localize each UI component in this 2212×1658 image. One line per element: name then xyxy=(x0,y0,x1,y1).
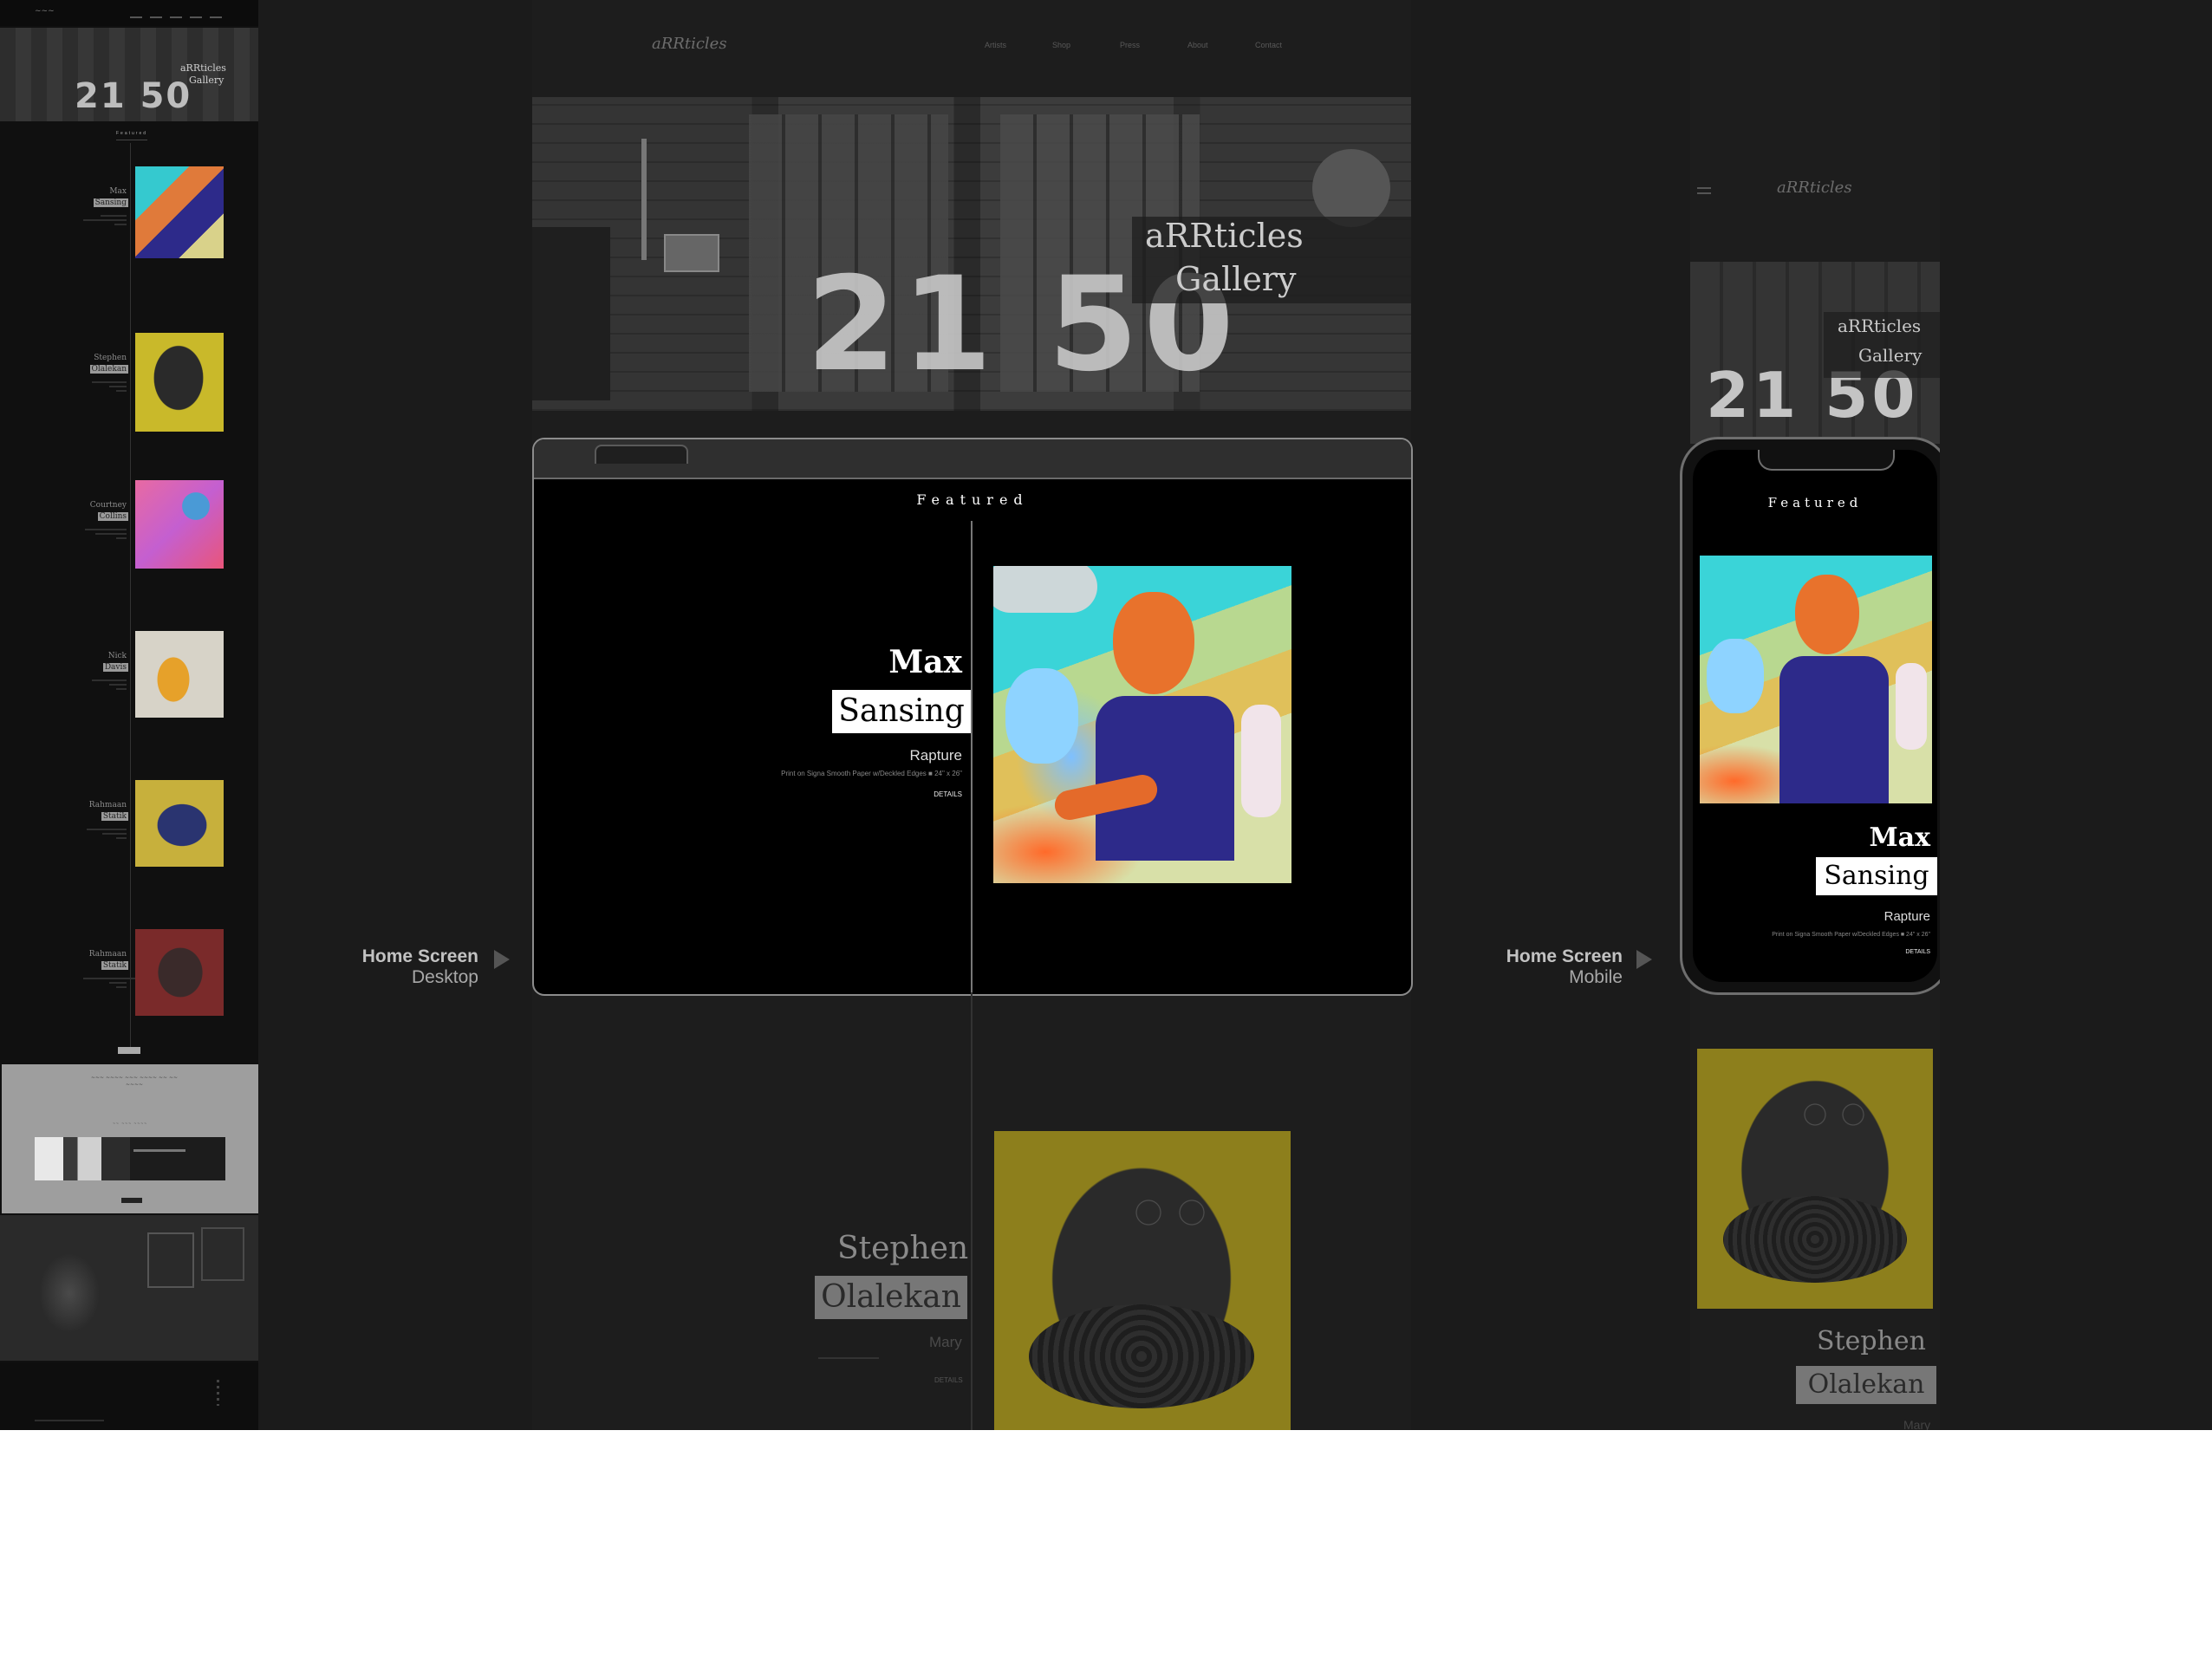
mobile-next-first-name: Stephen xyxy=(1817,1326,1926,1356)
featured-artwork-image[interactable] xyxy=(993,566,1291,883)
featured-artist-last-name: Sansing xyxy=(832,690,971,733)
mobile-featured-heading: Featured xyxy=(1767,495,1863,510)
artist-first-name: Rahmaan xyxy=(88,950,127,959)
artist-last-name: Statik xyxy=(101,812,128,821)
mobile-featured-last-name: Sansing xyxy=(1816,857,1937,895)
fullpage-press-section: ~~~ ~~~~ ~~~ ~~~~ ~~ ~~ ~~~~ ~~ ~~~ ~~~~ xyxy=(2,1064,258,1213)
press-card[interactable] xyxy=(130,1137,225,1180)
mobile-featured-artwork-title: Rapture xyxy=(1883,909,1930,924)
fullpage-divider xyxy=(130,143,131,1053)
nav-item-about[interactable]: About xyxy=(1187,41,1255,49)
fullpage-more-button[interactable] xyxy=(118,1047,140,1054)
desktop-hero-title-line1: aRRticles xyxy=(1145,217,1304,255)
fullpage-hero: aRRticles Gallery 21 50 xyxy=(0,28,258,121)
mobile-details-link[interactable]: DETAILS xyxy=(1905,949,1930,955)
nav-item-artists[interactable]: Artists xyxy=(985,41,1052,49)
featured-divider xyxy=(971,521,973,994)
play-arrow-icon xyxy=(1636,950,1652,969)
desktop-label-title: Home Screen xyxy=(361,946,478,966)
phone-notch xyxy=(1758,450,1895,471)
artist-last-name: Statik xyxy=(101,961,128,970)
fullpage-artist-row[interactable]: Courtney Collins xyxy=(0,480,258,584)
nav-item-shop[interactable]: Shop xyxy=(1052,41,1120,49)
right-empty-panel xyxy=(1940,0,2212,1430)
artist-first-name: Rahmaan xyxy=(88,801,127,809)
mobile-featured-description: Print on Signa Smooth Paper w/Deckled Ed… xyxy=(1772,932,1930,938)
mobile-label-title: Home Screen xyxy=(1506,946,1623,966)
mobile-phone-frame: Featured Max Sansing Rapture Print on Si… xyxy=(1680,437,1950,995)
fullpage-featured-label: Featured xyxy=(116,131,148,140)
featured-details-link[interactable]: DETAILS xyxy=(934,790,962,798)
hamburger-menu-icon[interactable] xyxy=(1697,187,1711,198)
desktop-label-subtitle: Desktop xyxy=(411,967,478,987)
artist-first-name: Nick xyxy=(107,652,127,660)
phone-screen: Featured Max Sansing Rapture Print on Si… xyxy=(1693,450,1937,982)
browser-toolbar xyxy=(534,439,1411,479)
artwork-thumbnail[interactable] xyxy=(135,480,224,569)
fullpage-preview: ~~~ aRRticles Gallery 21 50 Featured Max… xyxy=(0,0,258,1430)
artist-last-name: Olalekan xyxy=(89,365,128,374)
mobile-next-last-name: Olalekan xyxy=(1796,1366,1936,1404)
next-artwork-image[interactable] xyxy=(994,1131,1291,1430)
fullpage-footer xyxy=(0,1362,258,1430)
next-artist-first-name: Stephen xyxy=(837,1231,969,1266)
nav-item-press[interactable]: Press xyxy=(1120,41,1187,49)
fullpage-hero-line1: aRRticles xyxy=(180,62,226,74)
desktop-nav: Artists Shop Press About Contact xyxy=(985,41,1323,49)
next-artwork-title: Mary xyxy=(929,1334,962,1350)
mobile-hero-title-line1: aRRticles xyxy=(1838,315,1922,336)
featured-artist-first-name: Max xyxy=(888,644,962,680)
mobile-featured-first-name: Max xyxy=(1869,822,1930,853)
fullpage-hero-line2: Gallery xyxy=(189,75,224,86)
mobile-next-artwork-image[interactable] xyxy=(1697,1049,1933,1309)
mobile-hero-title-line2: Gallery xyxy=(1858,345,1922,366)
next-details-link[interactable]: DETAILS xyxy=(934,1376,963,1384)
featured-artwork-title: Rapture xyxy=(909,747,962,764)
desktop-browser-frame: Featured Max Sansing Rapture Print on Si… xyxy=(532,438,1413,996)
desktop-logo[interactable]: aRRticles xyxy=(652,35,727,53)
fullpage-artist-row[interactable]: Nick Davis xyxy=(0,631,258,735)
desktop-below-divider xyxy=(971,992,973,1430)
mobile-label-subtitle: Mobile xyxy=(1569,967,1623,987)
artwork-thumbnail[interactable] xyxy=(135,166,224,258)
artist-last-name: Davis xyxy=(102,663,128,672)
artist-last-name: Sansing xyxy=(93,198,128,207)
artist-last-name: Collins xyxy=(97,512,128,521)
fullpage-logo: ~~~ xyxy=(35,7,55,16)
mobile-screen-label: Home Screen Mobile xyxy=(1474,946,1623,988)
press-button[interactable] xyxy=(121,1198,142,1203)
fullpage-artist-row[interactable]: Rahmaan Statik xyxy=(0,780,258,884)
design-canvas: ~~~ aRRticles Gallery 21 50 Featured Max… xyxy=(0,0,2212,1430)
fullpage-hero-number: 21 50 xyxy=(75,76,192,116)
desktop-hero-title-line2: Gallery xyxy=(1175,260,1297,298)
artist-first-name: Max xyxy=(109,187,127,196)
nav-item-contact[interactable]: Contact xyxy=(1255,41,1323,49)
press-images xyxy=(35,1137,130,1180)
fullpage-artist-row[interactable]: Max Sansing xyxy=(0,166,258,270)
artwork-thumbnail[interactable] xyxy=(135,929,224,1016)
fullpage-nav-links xyxy=(130,10,230,25)
fullpage-about-photo xyxy=(0,1215,258,1361)
mobile-logo[interactable]: aRRticles xyxy=(1777,179,1852,197)
mobile-next-artwork-title: Mary xyxy=(1903,1418,1931,1430)
desktop-screen-label: Home Screen Desktop xyxy=(329,946,478,988)
fullpage-artist-row[interactable]: Rahmaan Statik xyxy=(0,929,258,1033)
artwork-thumbnail[interactable] xyxy=(135,333,224,432)
play-arrow-icon xyxy=(494,950,510,969)
fullpage-artist-row[interactable]: Stephen Olalekan xyxy=(0,333,258,437)
mobile-featured-artwork-image[interactable] xyxy=(1700,556,1932,803)
browser-tab[interactable] xyxy=(595,445,688,464)
featured-heading: Featured xyxy=(916,491,1029,508)
artwork-thumbnail[interactable] xyxy=(135,631,224,718)
artist-first-name: Courtney xyxy=(89,501,127,510)
next-artist-last-name: Olalekan xyxy=(815,1276,967,1319)
featured-artwork-description: Print on Signa Smooth Paper w/Deckled Ed… xyxy=(781,770,962,777)
artwork-thumbnail[interactable] xyxy=(135,780,224,867)
next-artwork-description xyxy=(818,1357,879,1359)
artist-first-name: Stephen xyxy=(94,354,127,362)
fullpage-nav: ~~~ xyxy=(0,0,258,26)
